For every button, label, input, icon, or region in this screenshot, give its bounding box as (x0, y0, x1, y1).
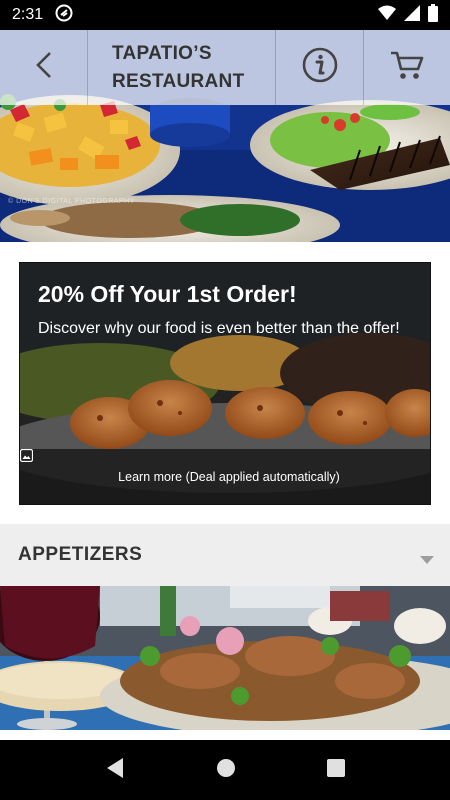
restaurant-title: TAPATIO’S RESTAURANT (112, 42, 245, 92)
promo-description: Discover why our food is even better tha… (38, 320, 400, 337)
cell-signal-icon (404, 4, 420, 26)
category-label: APPETIZERS (18, 544, 143, 565)
home-circle-icon[interactable] (216, 758, 236, 783)
status-bar: 2:31 (0, 0, 450, 30)
top-header: TAPATIO’S RESTAURANT (0, 30, 450, 105)
wifi-icon (378, 5, 396, 26)
promo-learn-more[interactable]: Learn more (Deal applied automatically) (20, 449, 430, 504)
cart-button[interactable] (364, 30, 450, 105)
cart-icon (390, 50, 424, 85)
system-nav-bar (0, 740, 450, 800)
promo-learn-more-text: Learn more (Deal applied automatically) (118, 469, 340, 484)
notification-icon (55, 4, 73, 27)
category-appetizers[interactable]: APPETIZERS (0, 524, 450, 586)
info-button[interactable] (276, 30, 364, 105)
caret-down-icon (420, 551, 434, 569)
restaurant-title-cell: TAPATIO’S RESTAURANT (88, 30, 276, 105)
back-triangle-icon[interactable] (105, 757, 125, 784)
photo-watermark: © DON'S DIGITAL PHOTOGRAPHY (8, 198, 135, 205)
app-screen: 2:31 © DON'S DIGITAL PHOTOGRAPHY TAPATIO… (0, 0, 450, 800)
promo-title: 20% Off Your 1st Order! (38, 281, 297, 307)
promo-card[interactable]: 20% Off Your 1st Order! Discover why our… (19, 262, 431, 505)
recents-square-icon[interactable] (326, 758, 345, 782)
battery-icon (428, 3, 438, 27)
back-arrow-icon (35, 51, 53, 84)
appetizers-photo (0, 586, 450, 730)
info-icon (302, 47, 338, 88)
back-button[interactable] (0, 30, 88, 105)
status-time: 2:31 (12, 6, 44, 23)
